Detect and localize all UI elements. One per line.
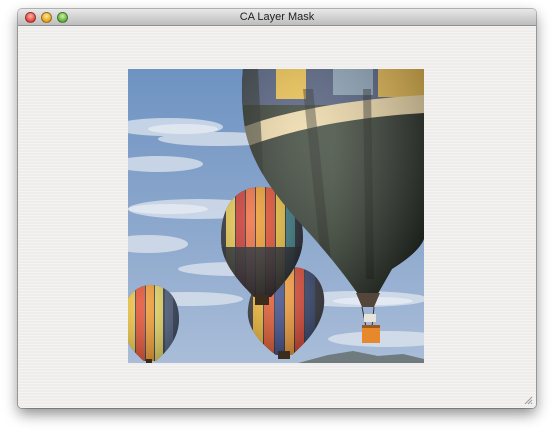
resize-grip-icon[interactable]: [524, 396, 533, 405]
window-content: [18, 26, 536, 408]
balloon-photo: [128, 69, 424, 363]
title-bar[interactable]: CA Layer Mask: [18, 9, 536, 26]
window-title: CA Layer Mask: [239, 11, 315, 23]
app-window: CA Layer Mask: [18, 9, 536, 408]
